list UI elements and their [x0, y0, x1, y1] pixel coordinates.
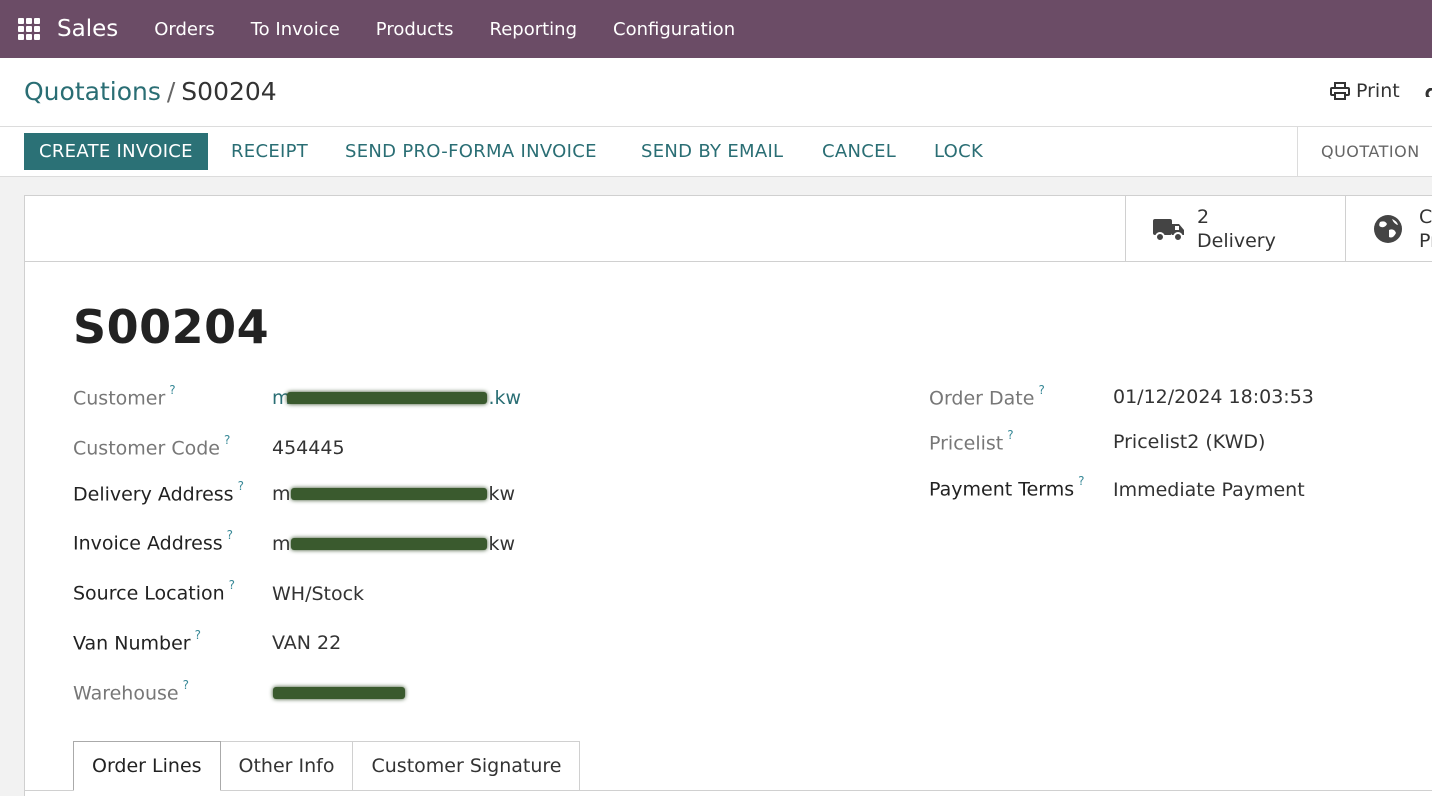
help-icon[interactable]: ? — [238, 479, 244, 493]
app-menu-grid-icon[interactable] — [18, 18, 40, 40]
delivery-stat: 2 Delivery — [1197, 205, 1276, 253]
form-sheet: 2 Delivery Cu Pr S00204 Customer? m .kw C… — [24, 195, 1432, 796]
delivery-count: 2 — [1197, 206, 1210, 228]
warehouse-label: Warehouse? — [73, 678, 189, 705]
customer-code-field[interactable]: 454445 — [272, 437, 345, 459]
app-brand[interactable]: Sales — [57, 16, 118, 42]
source-location-label: Source Location? — [73, 578, 235, 605]
delivery-label: Delivery — [1197, 230, 1276, 252]
source-location-field[interactable]: WH/Stock — [272, 583, 364, 605]
print-button[interactable]: Print — [1330, 80, 1400, 102]
delivery-address-value-start: m — [272, 483, 291, 505]
help-icon[interactable]: ? — [1007, 428, 1013, 442]
customer-preview-stat: Cu Pr — [1419, 205, 1432, 253]
breadcrumb-separator: / — [166, 77, 176, 106]
delivery-address-label: Delivery Address? — [73, 479, 244, 506]
pricelist-label: Pricelist? — [929, 428, 1014, 455]
breadcrumb-current: S00204 — [181, 77, 277, 106]
source-location-label-text: Source Location — [73, 582, 225, 605]
nav-reporting[interactable]: Reporting — [472, 19, 596, 40]
globe-icon — [1374, 215, 1402, 243]
pricelist-field[interactable]: Pricelist2 (KWD) — [1113, 431, 1265, 453]
van-number-label: Van Number? — [73, 628, 201, 655]
smart-button-box: 2 Delivery Cu Pr — [25, 196, 1432, 262]
tab-other-info[interactable]: Other Info — [220, 741, 354, 791]
send-pro-forma-invoice-button[interactable]: SEND PRO-FORMA INVOICE — [345, 133, 597, 170]
breadcrumb: Quotations / S00204 — [24, 77, 277, 106]
delivery-address-label-text: Delivery Address — [73, 483, 234, 506]
send-by-email-button[interactable]: SEND BY EMAIL — [641, 133, 783, 170]
customer-preview-line2: Pr — [1419, 230, 1432, 252]
delivery-smart-button[interactable]: 2 Delivery — [1125, 196, 1345, 262]
print-label: Print — [1356, 80, 1400, 102]
customer-value-end: .kw — [488, 387, 522, 409]
nav-orders[interactable]: Orders — [136, 19, 233, 40]
order-date-label-text: Order Date — [929, 387, 1035, 410]
customer-label: Customer? — [73, 383, 176, 410]
tab-customer-signature[interactable]: Customer Signature — [353, 741, 581, 791]
customer-code-label-text: Customer Code — [73, 437, 220, 460]
delivery-address-value-end: kw — [488, 483, 516, 505]
redaction-mark — [287, 392, 487, 404]
breadcrumb-quotations-link[interactable]: Quotations — [24, 77, 161, 106]
invoice-address-label: Invoice Address? — [73, 528, 233, 555]
gear-icon[interactable] — [1422, 85, 1432, 97]
invoice-address-label-text: Invoice Address — [73, 532, 223, 555]
printer-icon — [1330, 82, 1350, 100]
help-icon[interactable]: ? — [1038, 383, 1044, 397]
redaction-mark — [291, 538, 487, 550]
help-icon[interactable]: ? — [1078, 474, 1084, 488]
invoice-address-value-start: m — [272, 533, 291, 555]
truck-icon — [1153, 219, 1184, 242]
help-icon[interactable]: ? — [195, 628, 201, 642]
customer-preview-smart-button[interactable]: Cu Pr — [1345, 196, 1432, 262]
invoice-address-value-end: kw — [488, 533, 516, 555]
statusbar: CREATE INVOICE RECEIPT SEND PRO-FORMA IN… — [0, 127, 1432, 177]
help-icon[interactable]: ? — [229, 578, 235, 592]
create-invoice-button[interactable]: CREATE INVOICE — [24, 133, 208, 170]
van-number-field[interactable]: VAN 22 — [272, 632, 341, 654]
status-quotation[interactable]: QUOTATION — [1321, 142, 1420, 161]
tab-order-lines[interactable]: Order Lines — [73, 741, 221, 791]
help-icon[interactable]: ? — [169, 383, 175, 397]
status-divider — [1297, 127, 1298, 177]
customer-code-label: Customer Code? — [73, 433, 230, 460]
order-date-label: Order Date? — [929, 383, 1045, 410]
warehouse-label-text: Warehouse — [73, 682, 179, 705]
customer-preview-line1: Cu — [1419, 206, 1432, 228]
nav-configuration[interactable]: Configuration — [595, 19, 753, 40]
nav-to-invoice[interactable]: To Invoice — [233, 19, 358, 40]
customer-label-text: Customer — [73, 387, 166, 410]
payment-terms-label-text: Payment Terms — [929, 478, 1075, 501]
control-panel: Quotations / S00204 Print — [0, 58, 1432, 127]
help-icon[interactable]: ? — [224, 433, 230, 447]
notebook-tabs: Order Lines Other Info Customer Signatur… — [73, 741, 581, 791]
top-navbar: Sales Orders To Invoice Products Reporti… — [0, 0, 1432, 58]
pricelist-label-text: Pricelist — [929, 432, 1004, 455]
help-icon[interactable]: ? — [227, 528, 233, 542]
record-title: S00204 — [73, 300, 270, 354]
payment-terms-field[interactable]: Immediate Payment — [1113, 479, 1305, 501]
warehouse-field-redacted[interactable] — [273, 687, 405, 699]
nav-products[interactable]: Products — [358, 19, 472, 40]
lock-button[interactable]: LOCK — [934, 133, 983, 170]
van-number-label-text: Van Number — [73, 632, 191, 655]
receipt-button[interactable]: RECEIPT — [231, 133, 308, 170]
redaction-mark — [291, 488, 487, 500]
order-date-field[interactable]: 01/12/2024 18:03:53 — [1113, 386, 1314, 408]
help-icon[interactable]: ? — [183, 678, 189, 692]
payment-terms-label: Payment Terms? — [929, 474, 1085, 501]
cancel-button[interactable]: CANCEL — [822, 133, 896, 170]
